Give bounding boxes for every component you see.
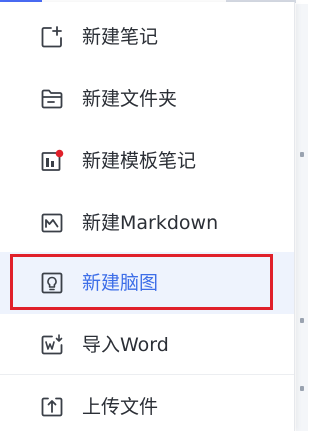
template-note-icon <box>40 149 64 173</box>
menu-item-new-mind-map[interactable]: 新建脑图 <box>0 252 294 314</box>
menu-item-new-template-note[interactable]: 新建模板笔记 <box>0 130 294 192</box>
new-note-icon <box>40 25 64 49</box>
background-mark <box>300 152 304 157</box>
menu-item-new-folder[interactable]: 新建文件夹 <box>0 68 294 130</box>
menu-item-label: 导入Word <box>82 334 169 356</box>
menu-item-label: 新建文件夹 <box>82 88 178 110</box>
mind-map-icon <box>40 271 64 295</box>
import-word-icon <box>40 333 64 357</box>
new-item-dropdown-menu: 新建笔记 新建文件夹 新建模板笔记 新建Markdown 新建脑图 导入Word… <box>0 2 295 431</box>
menu-item-label: 新建Markdown <box>82 212 219 234</box>
screenshot-stage: 新建笔记 新建文件夹 新建模板笔记 新建Markdown 新建脑图 导入Word… <box>0 0 308 431</box>
menu-item-label: 新建笔记 <box>82 26 159 48</box>
markdown-icon <box>40 211 64 235</box>
menu-item-import-word[interactable]: 导入Word <box>0 314 294 376</box>
menu-item-new-markdown[interactable]: 新建Markdown <box>0 192 294 254</box>
menu-item-label: 新建模板笔记 <box>82 150 197 172</box>
menu-item-new-note[interactable]: 新建笔记 <box>0 6 294 68</box>
background-app-edge <box>296 0 308 431</box>
menu-item-upload-file[interactable]: 上传文件 <box>0 376 294 431</box>
menu-item-label: 新建脑图 <box>82 272 159 294</box>
folder-icon <box>40 87 64 111</box>
background-mark <box>300 386 304 391</box>
upload-file-icon <box>40 395 64 419</box>
background-mark <box>300 318 304 323</box>
menu-item-label: 上传文件 <box>82 396 159 418</box>
menu-divider <box>0 374 294 375</box>
